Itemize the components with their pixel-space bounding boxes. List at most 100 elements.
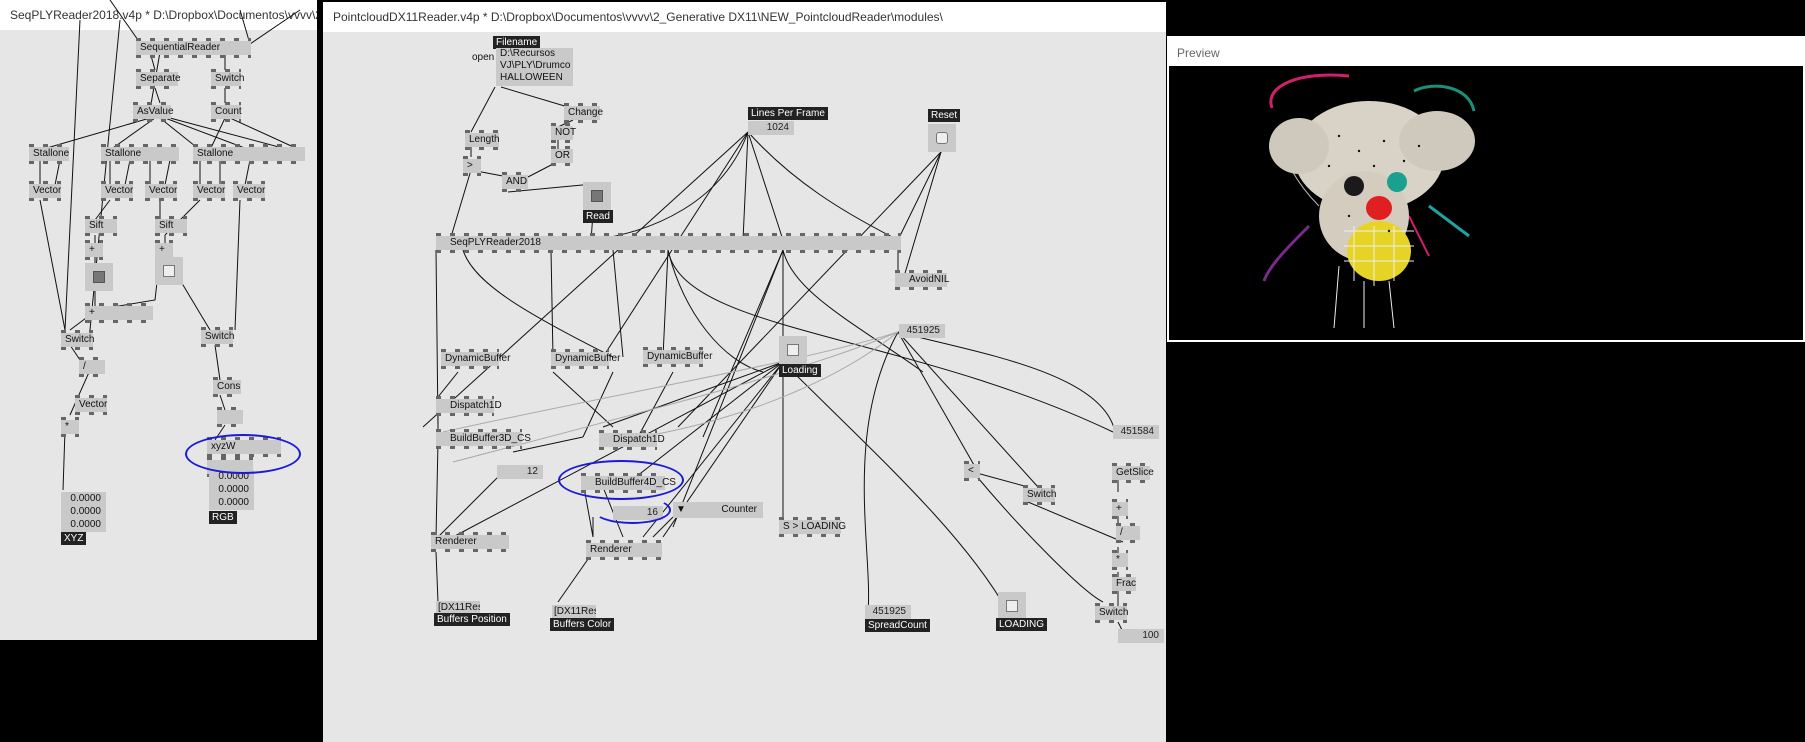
xyz-value: 0.0000 [70,493,101,504]
greater-than-node[interactable]: > [463,156,481,176]
preview-render-output[interactable] [1169,66,1803,340]
filename-line: D:\Recursos [500,48,556,59]
divide-node[interactable]: / [1116,523,1140,543]
multiply-node[interactable]: * [61,417,79,437]
reset-label: Reset [928,109,961,122]
separate-node[interactable]: Separate [136,69,181,89]
vector-node[interactable]: Vector [145,181,177,201]
not-node[interactable]: NOT [551,123,576,143]
change-node[interactable]: Change [564,103,603,123]
or-node[interactable]: OR [551,146,573,166]
renderer-node[interactable]: Renderer [431,532,509,552]
value-100[interactable]: 100 [1118,629,1164,643]
vector-node[interactable]: Vector [193,181,225,201]
plus-node[interactable]: + [85,303,153,323]
less-than-node[interactable]: < [964,461,980,481]
xyz-value: 0.0000 [70,506,101,517]
preview-window[interactable]: Preview [1167,36,1805,342]
highlight-circle-annotation [558,460,684,500]
multiply-node[interactable]: * [1112,550,1128,570]
sequentialreader-node[interactable]: SequentialReader [136,38,251,58]
lines-per-frame-label: Lines Per Frame [748,107,828,120]
vector-node[interactable]: Vector [233,181,265,201]
filename-iobox[interactable]: D:\Recursos VJ\PLY\Drumco HALLOWEEN [496,48,573,86]
stallone-node[interactable]: Stallone [193,144,305,164]
read-label: Read [583,210,613,223]
switch-node[interactable]: Switch [1023,485,1056,505]
counter-iobox[interactable]: ▼ Counter [673,502,763,518]
dynamicbuffer-node[interactable]: DynamicBuffer [551,349,620,369]
switch-top-node[interactable]: Switch [211,69,244,89]
seqplyreader-window[interactable]: SeqPLYReader2018.v4p * D:\Dropbox\Docume… [0,0,317,640]
rgb-label: RGB [209,511,237,524]
bang-button[interactable] [155,257,183,285]
xyz-iobox[interactable]: 0.0000 0.0000 0.0000 [61,492,106,532]
toggle-button[interactable] [85,263,113,291]
asvalue-node[interactable]: AsValue [133,102,174,122]
dynamicbuffer-node[interactable]: DynamicBuffer [643,347,712,367]
value-12[interactable]: 12 [497,465,543,479]
seqplyreader-window-title: SeqPLYReader2018.v4p * D:\Dropbox\Docume… [0,0,317,30]
pointcloud-render-image [1262,73,1476,329]
spreadcount-label: SpreadCount [865,619,930,632]
getslice-node[interactable]: GetSlice [1112,463,1154,483]
loading-bottom-indicator [1006,600,1018,612]
loading-bottom-toggle[interactable] [998,592,1026,620]
count-value-451925[interactable]: 451925 [899,324,945,338]
buffers-color-label: Buffers Color [550,618,615,631]
counter-label: Counter [721,504,757,515]
filename-line: VJ\PLY\Drumco [500,60,571,71]
filename-line: HALLOWEEN [500,72,563,83]
stallone-node[interactable]: Stallone [29,144,69,164]
reset-button[interactable] [928,124,956,152]
blank-node[interactable] [217,407,243,427]
buffers-position-label: Buffers Position [434,613,510,626]
dispatch1d-node[interactable]: Dispatch1D [599,430,665,450]
pointcloud-patch-canvas[interactable]: Filename open D:\Recursos VJ\PLY\Drumco … [323,32,1166,742]
renderer-node[interactable]: Renderer [586,540,662,560]
value-451584[interactable]: 451584 [1113,425,1159,439]
buildbuffer3d-node[interactable]: BuildBuffer3D_CS [436,429,531,449]
seqplyreader-patch-canvas[interactable]: SequentialReader Separate Switch AsValue… [0,0,317,640]
divide-node[interactable]: / [79,357,105,377]
rgb-iobox[interactable]: 0.0000 0.0000 0.0000 [209,470,254,510]
cons-node[interactable]: Cons [213,377,241,397]
vector-node[interactable]: Vector [29,181,61,201]
sift-node[interactable]: Sift [85,216,117,236]
switch-node[interactable]: Switch [61,330,94,350]
bang-indicator [163,265,175,277]
avoidnil-node[interactable]: AvoidNIL [895,270,949,290]
and-node[interactable]: AND [502,172,528,192]
pointcloud-reader-window[interactable]: PointcloudDX11Reader.v4p * D:\Dropbox\Do… [323,2,1166,742]
frac-node[interactable]: Frac [1112,574,1136,594]
pointcloud-reader-window-title: PointcloudDX11Reader.v4p * D:\Dropbox\Do… [323,2,1166,32]
dx11-resource-iobox[interactable]: [DX11Reso [552,605,596,618]
stallone-node[interactable]: Stallone [101,144,179,164]
xyz-label: XYZ [61,532,87,545]
sift-node[interactable]: Sift [155,216,187,236]
count-node[interactable]: Count [211,102,242,122]
xyz-value: 0.0000 [70,519,101,530]
spreadcount-value[interactable]: 451925 [865,605,911,619]
switch-node[interactable]: Switch [1095,603,1128,623]
dispatch1d-node[interactable]: Dispatch1D [436,396,502,416]
vector-node[interactable]: Vector [101,181,133,201]
plus-node[interactable]: + [1112,499,1128,519]
plus-node[interactable]: + [155,240,173,260]
counter-dropdown-arrow-icon[interactable]: ▼ [676,502,686,518]
loading-toggle[interactable] [779,336,807,364]
vector-node[interactable]: Vector [75,395,107,415]
switch-node[interactable]: Switch [201,327,234,347]
loading-indicator [787,344,799,356]
loading-bottom-label: LOADING [996,618,1048,631]
rgb-value: 0.0000 [218,484,249,495]
dynamicbuffer-node[interactable]: DynamicBuffer [441,349,510,369]
length-node[interactable]: Length [465,130,500,150]
plus-node[interactable]: + [85,240,103,260]
lines-per-frame-value[interactable]: 1024 [748,121,794,135]
read-toggle[interactable] [583,182,611,210]
highlight-circle-annotation [185,434,301,474]
loading-label: Loading [779,364,821,377]
seqplyreader2018-node[interactable]: SeqPLYReader2018 [436,233,901,253]
s-loading-node[interactable]: S > LOADING [779,517,846,537]
